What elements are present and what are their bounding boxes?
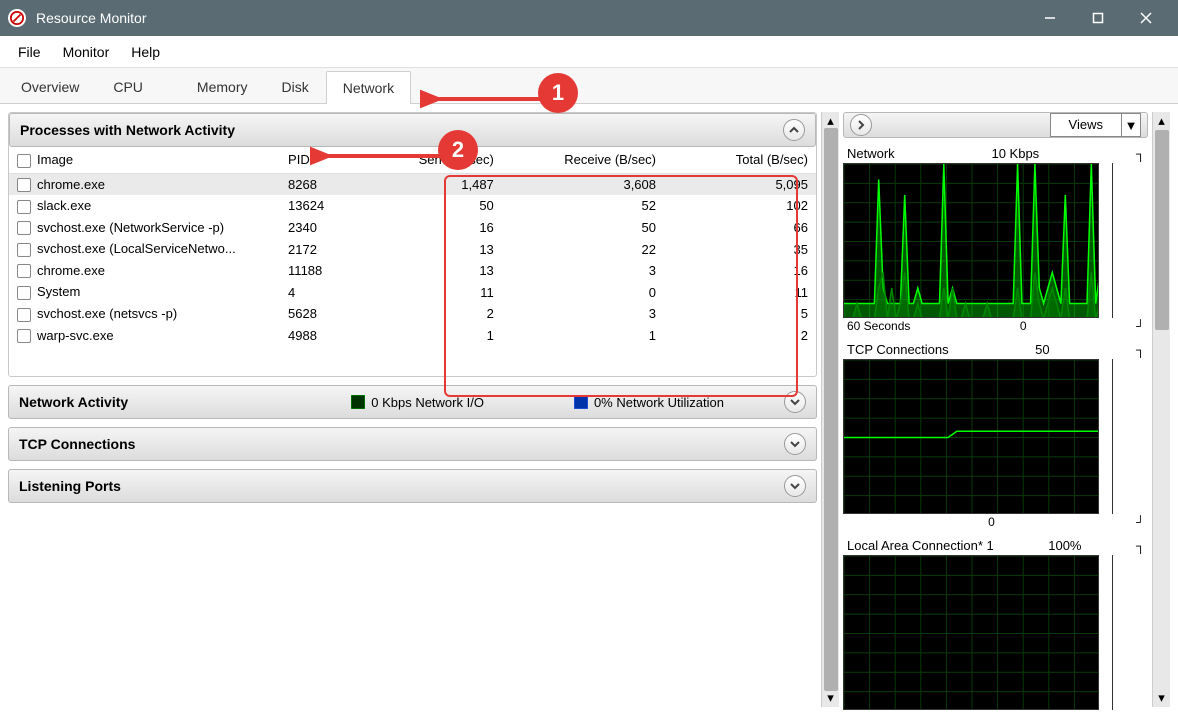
row-checkbox[interactable] — [17, 243, 31, 257]
minimize-button[interactable] — [1026, 0, 1074, 36]
table-row[interactable]: svchost.exe (netsvcs -p)5628235 — [9, 303, 816, 325]
row-checkbox[interactable] — [17, 178, 31, 192]
chart-block: TCP Connections50┐ 0┘ — [843, 340, 1148, 530]
network-util-stat: 0% Network Utilization — [594, 395, 724, 410]
expand-ports-button[interactable] — [784, 475, 806, 497]
scroll-up-icon[interactable]: ▴ — [824, 114, 838, 128]
chart-scale: 100% — [1048, 538, 1081, 553]
window-title: Resource Monitor — [36, 10, 1026, 26]
processes-title: Processes with Network Activity — [20, 122, 235, 138]
table-row[interactable]: warp-svc.exe4988112 — [9, 325, 816, 347]
ports-title: Listening Ports — [19, 478, 121, 494]
menubar: File Monitor Help — [0, 36, 1178, 68]
tab-network[interactable]: Network — [326, 71, 411, 104]
chart-min: 0 — [1020, 319, 1027, 333]
table-row[interactable]: svchost.exe (NetworkService -p)234016506… — [9, 217, 816, 239]
chart-block: Local Area Connection* 1100%┐ — [843, 536, 1148, 710]
row-checkbox[interactable] — [17, 286, 31, 300]
views-label: Views — [1051, 114, 1122, 136]
processes-table: Image PID Send (B/sec) Receive (B/sec) T… — [9, 147, 816, 346]
row-checkbox[interactable] — [17, 329, 31, 343]
col-image[interactable]: Image — [37, 152, 73, 167]
chart-canvas — [843, 163, 1099, 318]
row-checkbox[interactable] — [17, 264, 31, 278]
col-total[interactable]: Total (B/sec) — [664, 147, 816, 173]
chart-min: 0 — [988, 515, 995, 529]
table-row[interactable]: slack.exe136245052102 — [9, 195, 816, 217]
processes-header[interactable]: Processes with Network Activity — [9, 113, 816, 147]
left-scrollbar[interactable]: ▴ ▾ — [821, 112, 839, 707]
menu-monitor[interactable]: Monitor — [53, 40, 120, 64]
tcp-title: TCP Connections — [19, 436, 135, 452]
col-receive[interactable]: Receive (B/sec) — [502, 147, 664, 173]
col-send[interactable]: Send (B/sec) — [362, 147, 502, 173]
col-pid[interactable]: PID — [280, 147, 362, 173]
row-checkbox[interactable] — [17, 221, 31, 235]
network-activity-title: Network Activity — [19, 394, 128, 410]
chart-canvas — [843, 359, 1099, 514]
right-scrollbar[interactable]: ▴ ▾ — [1152, 112, 1170, 707]
chart-xlegend: 60 Seconds — [847, 319, 910, 333]
expand-activity-button[interactable] — [784, 391, 806, 413]
tab-memory[interactable]: Memory — [180, 70, 265, 103]
tab-overview[interactable]: Overview — [4, 70, 96, 103]
select-all-checkbox[interactable] — [17, 154, 31, 168]
chart-title: Local Area Connection* 1 — [847, 538, 994, 553]
menu-file[interactable]: File — [8, 40, 51, 64]
chart-canvas — [843, 555, 1099, 710]
scroll-down-icon[interactable]: ▾ — [1155, 691, 1169, 705]
titlebar: Resource Monitor — [0, 0, 1178, 36]
chart-scale: 10 Kbps — [991, 146, 1039, 161]
table-row[interactable]: chrome.exe1118813316 — [9, 260, 816, 282]
processes-section: Processes with Network Activity Image PI… — [8, 112, 817, 377]
tab-disk[interactable]: Disk — [264, 70, 325, 103]
expand-tcp-button[interactable] — [784, 433, 806, 455]
maximize-button[interactable] — [1074, 0, 1122, 36]
tcp-header[interactable]: TCP Connections — [8, 427, 817, 461]
charts-header: Views ▼ — [843, 112, 1148, 138]
views-button[interactable]: Views ▼ — [1050, 113, 1141, 137]
views-dropdown-icon[interactable]: ▼ — [1122, 118, 1140, 133]
scroll-down-icon[interactable]: ▾ — [824, 691, 838, 705]
row-checkbox[interactable] — [17, 200, 31, 214]
table-row[interactable]: svchost.exe (LocalServiceNetwo...2172132… — [9, 238, 816, 260]
table-row[interactable]: chrome.exe82681,4873,6085,095 — [9, 173, 816, 195]
network-io-icon — [351, 395, 365, 409]
charts-collapse-button[interactable] — [850, 114, 872, 136]
tabbar: Overview CPU Memory Disk Network — [0, 68, 1178, 104]
ports-header[interactable]: Listening Ports — [8, 469, 817, 503]
tab-cpu[interactable]: CPU — [96, 70, 160, 103]
close-button[interactable] — [1122, 0, 1170, 36]
scroll-up-icon[interactable]: ▴ — [1155, 114, 1169, 128]
network-util-icon — [574, 395, 588, 409]
network-activity-header[interactable]: Network Activity 0 Kbps Network I/O 0% N… — [8, 385, 817, 419]
row-checkbox[interactable] — [17, 308, 31, 322]
chart-title: Network — [847, 146, 895, 161]
collapse-processes-button[interactable] — [783, 119, 805, 141]
chart-block: Network10 Kbps┐ 60 Seconds0┘ — [843, 144, 1148, 334]
network-io-stat: 0 Kbps Network I/O — [371, 395, 484, 410]
chart-scale: 50 — [1035, 342, 1049, 357]
table-row[interactable]: System411011 — [9, 281, 816, 303]
chart-title: TCP Connections — [847, 342, 949, 357]
app-icon — [8, 9, 26, 27]
menu-help[interactable]: Help — [121, 40, 170, 64]
